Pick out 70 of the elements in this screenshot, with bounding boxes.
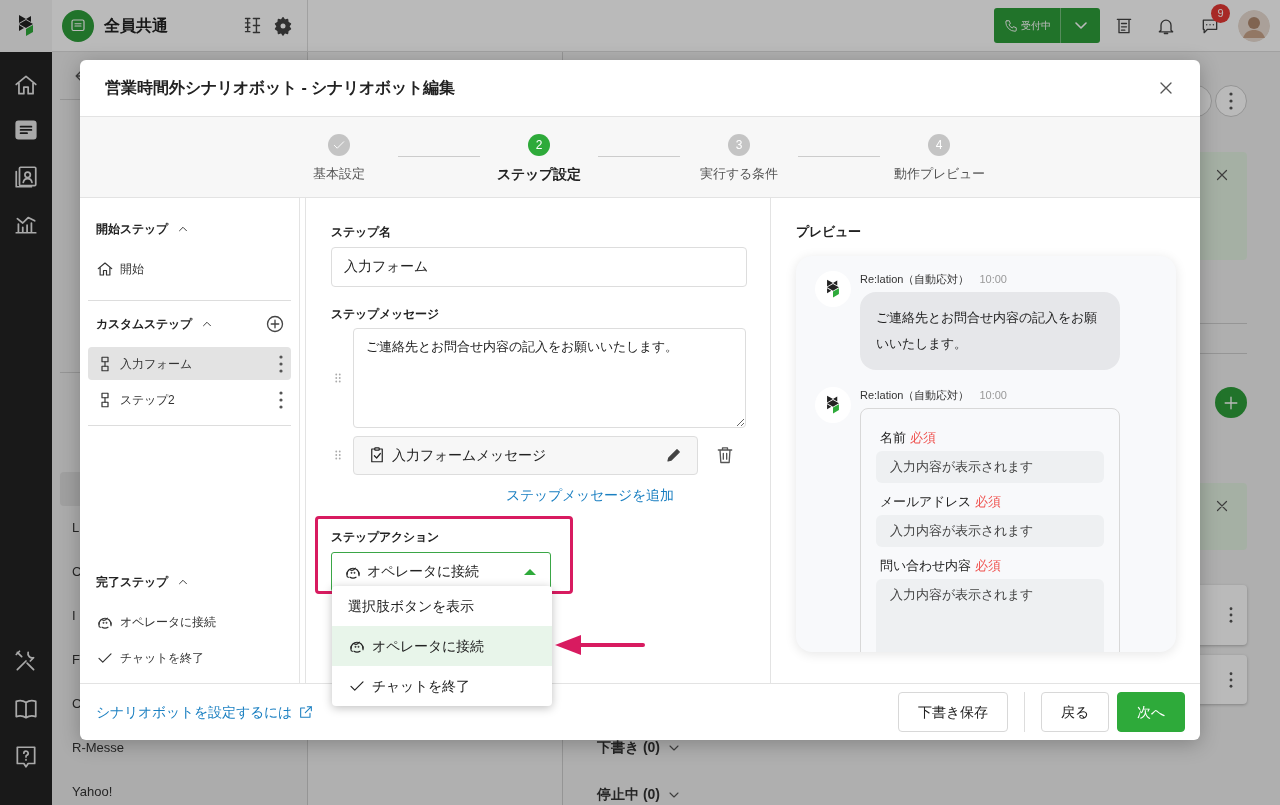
section-heading: カスタムステップ	[96, 316, 192, 333]
step-item[interactable]: 入力フォーム	[88, 347, 291, 380]
step-circle: 3	[728, 134, 750, 156]
message-time: 10:00	[979, 272, 1007, 288]
required-tag: 必須	[975, 491, 1001, 512]
settings-icon[interactable]	[273, 15, 293, 36]
add-step-button[interactable]	[265, 314, 285, 334]
field-label: 名前	[880, 428, 906, 447]
message-bubble: ご連絡先とお問合せ内容の記入をお願いいたします。	[860, 291, 1120, 370]
footer-button[interactable]: 下書き保存	[898, 692, 1008, 732]
sidebar-item[interactable]: Yahoo!	[60, 770, 299, 805]
edit-icon[interactable]	[665, 446, 683, 464]
workspace-name: 全員共通	[104, 15, 168, 36]
tree-icon[interactable]	[242, 15, 263, 36]
required-tag: 必須	[910, 427, 936, 448]
step-item[interactable]: オペレータに接続	[88, 605, 291, 638]
kebab-icon[interactable]	[1229, 607, 1233, 624]
step-item[interactable]: ステップ2	[88, 383, 291, 416]
field-label: ステップ名	[331, 224, 391, 241]
footer-button[interactable]: 戻る	[1041, 692, 1109, 732]
help-icon[interactable]	[13, 744, 39, 770]
contacts-icon[interactable]	[13, 164, 39, 190]
dropdown-option[interactable]: チャットを終了	[332, 666, 552, 706]
step-label: 基本設定	[313, 165, 365, 183]
kebab-icon[interactable]	[279, 354, 283, 373]
plus-circle-icon	[265, 314, 285, 334]
clipboard-icon	[368, 446, 386, 464]
dropdown-option[interactable]: オペレータに接続	[332, 626, 552, 666]
kebab-icon	[1229, 92, 1233, 110]
input-field[interactable]: 入力フォーム	[331, 246, 747, 287]
input-field: 入力内容が表示されます	[876, 514, 1104, 547]
notification-badge: 9	[1211, 3, 1230, 23]
action-select[interactable]: オペレータに接続	[331, 551, 551, 592]
field-label: メールアドレス	[880, 492, 971, 511]
workspace-icon	[62, 9, 94, 42]
step-item[interactable]: 開始	[88, 252, 291, 285]
caret-icon	[1074, 22, 1087, 29]
step-label: ステップ設定	[497, 165, 581, 184]
trash-icon	[715, 445, 735, 465]
field-label: ステップメッセージ	[331, 305, 440, 323]
input-field: 入力内容が表示されます	[876, 450, 1104, 483]
input-field: 入力内容が表示されます	[876, 578, 1104, 652]
required-tag: 必須	[975, 555, 1001, 576]
phone-icon	[1003, 18, 1018, 33]
message-textarea[interactable]: ご連絡先とお問合せ内容の記入をお願いいたします。	[352, 327, 746, 428]
preview-title: プレビュー	[796, 224, 862, 240]
form-message-field[interactable]: 入力フォームメッセージ	[353, 435, 698, 475]
field-label: 問い合わせ内容	[880, 556, 971, 575]
section-heading: 開始ステップ	[96, 221, 168, 238]
message-time: 10:00	[979, 388, 1007, 404]
step-item[interactable]: チャットを終了	[88, 641, 291, 674]
kebab-icon[interactable]	[1229, 671, 1233, 688]
help-link[interactable]: シナリオボットを設定するには	[96, 701, 314, 723]
sender-name: Re:lation（自動応対）	[860, 272, 970, 288]
step-label: 動作プレビュー	[893, 165, 985, 183]
step-circle: 2	[528, 134, 550, 156]
sender-name: Re:lation（自動応対）	[860, 388, 970, 404]
step-label: 実行する条件	[700, 165, 778, 183]
group-heading[interactable]: 下書き (0)	[597, 737, 660, 758]
field-label: ステップアクション	[331, 528, 440, 546]
avatar[interactable]	[1238, 9, 1270, 42]
add-message-link[interactable]: ステップメッセージを追加	[506, 484, 674, 506]
step-circle: 4	[928, 134, 950, 156]
add-button[interactable]	[1215, 386, 1247, 419]
kebab-icon[interactable]	[279, 390, 283, 409]
dialog-title: 営業時間外シナリオボット - シナリオボット編集	[105, 78, 456, 98]
group-heading[interactable]: 停止中 (0)	[597, 784, 660, 805]
section-heading: 完了ステップ	[96, 574, 168, 591]
external-link-icon	[298, 704, 314, 720]
delete-button[interactable]	[715, 445, 735, 465]
